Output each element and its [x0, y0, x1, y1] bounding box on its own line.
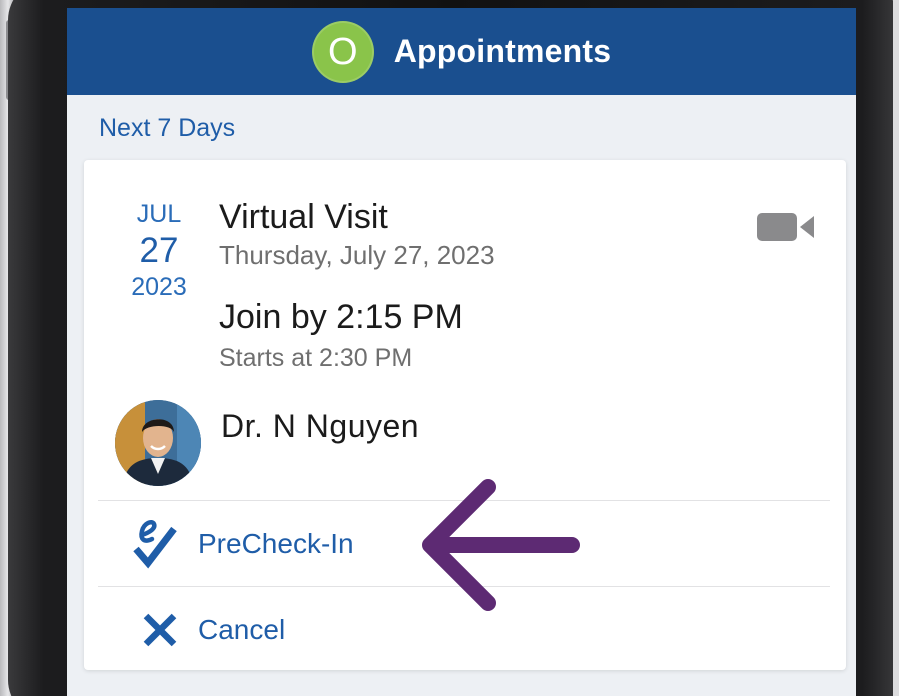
section-label: Next 7 Days — [99, 114, 236, 142]
close-icon — [130, 600, 190, 660]
screenshot-canvas: O Appointments Next 7 Days JUL 27 2023 V… — [0, 0, 899, 696]
logo-letter: O — [327, 30, 358, 73]
provider-name: Dr. N Nguyen — [221, 408, 420, 444]
precheckin-label: PreCheck-In — [198, 528, 354, 559]
visit-type: Virtual Visit — [219, 198, 388, 236]
app-logo: O — [311, 20, 374, 83]
page-title: Appointments — [393, 33, 612, 69]
date-day: 27 — [139, 230, 179, 270]
date-year: 2023 — [131, 273, 187, 301]
provider-photo — [115, 400, 201, 486]
date-block: JUL 27 2023 — [114, 200, 204, 302]
avatar — [115, 400, 201, 486]
video-camera-icon — [757, 213, 814, 241]
cancel-label: Cancel — [198, 614, 286, 645]
arrow-left-icon — [422, 479, 580, 611]
phone-right-edge — [893, 0, 899, 696]
echeckin-icon — [130, 514, 190, 574]
start-time: Starts at 2:30 PM — [219, 344, 413, 372]
app-header: O Appointments — [67, 8, 856, 95]
date-month: JUL — [136, 200, 182, 228]
visit-date: Thursday, July 27, 2023 — [219, 240, 495, 270]
join-by-time: Join by 2:15 PM — [219, 298, 463, 336]
